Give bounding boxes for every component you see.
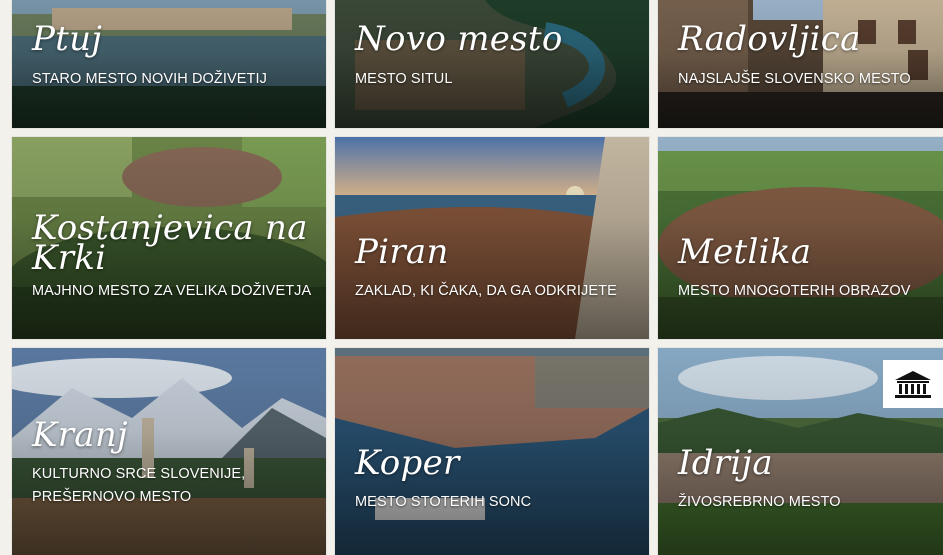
unesco-logo-icon	[895, 371, 931, 398]
tile-title: Koper	[355, 443, 460, 483]
tile-piran[interactable]: Piran ZAKLAD, KI ČAKA, DA GA ODKRIJETE	[335, 137, 649, 339]
tile-subtitle: STARO MESTO NOVIH DOŽIVETIJ	[32, 71, 267, 87]
tile-subtitle: KULTURNO SRCE SLOVENIJE, PREŠERNOVO MEST…	[32, 466, 246, 505]
tile-koper[interactable]: Koper MESTO STOTERIH SONC	[335, 348, 649, 555]
tile-title: Radovljica	[678, 19, 861, 59]
tile-title: Metlika	[678, 232, 812, 272]
tile-title: Piran	[355, 232, 449, 272]
tile-subtitle: ZAKLAD, KI ČAKA, DA GA ODKRIJETE	[355, 283, 617, 299]
tile-title: Kostanjevica na Krki	[32, 208, 308, 278]
tile-idrija[interactable]: Idrija ŽIVOSREBRNO MESTO	[658, 348, 943, 555]
tile-novo-mesto[interactable]: Novo mesto MESTO SITUL	[335, 0, 649, 128]
tile-subtitle: MESTO SITUL	[355, 71, 453, 87]
tile-subtitle: ŽIVOSREBRNO MESTO	[678, 494, 841, 510]
tile-subtitle: NAJSLAJŠE SLOVENSKO MESTO	[678, 71, 911, 87]
tile-metlika[interactable]: Metlika MESTO MNOGOTERIH OBRAZOV	[658, 137, 943, 339]
unesco-badge	[883, 360, 943, 408]
tile-subtitle: MESTO STOTERIH SONC	[355, 494, 532, 510]
tile-radovljica[interactable]: Radovljica NAJSLAJŠE SLOVENSKO MESTO	[658, 0, 943, 128]
tile-subtitle: MESTO MNOGOTERIH OBRAZOV	[678, 283, 911, 299]
tile-title: Novo mesto	[355, 19, 563, 59]
tile-ptuj[interactable]: Ptuj STARO MESTO NOVIH DOŽIVETIJ	[12, 0, 326, 128]
tile-kostanjevica[interactable]: Kostanjevica na Krki MAJHNO MESTO ZA VEL…	[12, 137, 326, 339]
tile-title: Idrija	[678, 443, 773, 483]
tile-kranj[interactable]: Kranj KULTURNO SRCE SLOVENIJE, PREŠERNOV…	[12, 348, 326, 555]
tile-title: Ptuj	[32, 19, 103, 59]
tile-title: Kranj	[32, 415, 128, 455]
towns-grid: Ptuj STARO MESTO NOVIH DOŽIVETIJ Novo me…	[0, 0, 943, 555]
tile-subtitle: MAJHNO MESTO ZA VELIKA DOŽIVETJA	[32, 283, 312, 299]
